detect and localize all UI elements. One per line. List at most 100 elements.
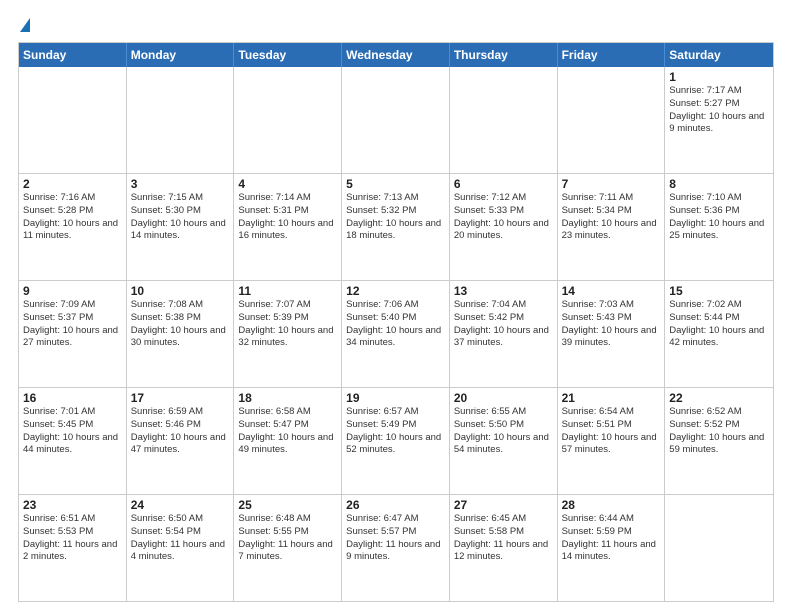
calendar-day-24: 24Sunrise: 6:50 AM Sunset: 5:54 PM Dayli…	[127, 495, 235, 601]
calendar: SundayMondayTuesdayWednesdayThursdayFrid…	[18, 42, 774, 602]
calendar-week-1: 1Sunrise: 7:17 AM Sunset: 5:27 PM Daylig…	[19, 67, 773, 174]
calendar-day-empty	[234, 67, 342, 173]
day-info: Sunrise: 6:59 AM Sunset: 5:46 PM Dayligh…	[131, 406, 230, 457]
page: SundayMondayTuesdayWednesdayThursdayFrid…	[0, 0, 792, 612]
header	[18, 18, 774, 32]
day-info: Sunrise: 6:54 AM Sunset: 5:51 PM Dayligh…	[562, 406, 661, 457]
day-number: 8	[669, 177, 769, 191]
day-number: 14	[562, 284, 661, 298]
day-info: Sunrise: 7:13 AM Sunset: 5:32 PM Dayligh…	[346, 192, 445, 243]
calendar-day-6: 6Sunrise: 7:12 AM Sunset: 5:33 PM Daylig…	[450, 174, 558, 280]
day-info: Sunrise: 6:48 AM Sunset: 5:55 PM Dayligh…	[238, 513, 337, 564]
day-info: Sunrise: 6:44 AM Sunset: 5:59 PM Dayligh…	[562, 513, 661, 564]
header-day-friday: Friday	[558, 43, 666, 67]
day-number: 17	[131, 391, 230, 405]
calendar-day-4: 4Sunrise: 7:14 AM Sunset: 5:31 PM Daylig…	[234, 174, 342, 280]
calendar-day-13: 13Sunrise: 7:04 AM Sunset: 5:42 PM Dayli…	[450, 281, 558, 387]
calendar-day-17: 17Sunrise: 6:59 AM Sunset: 5:46 PM Dayli…	[127, 388, 235, 494]
day-info: Sunrise: 7:01 AM Sunset: 5:45 PM Dayligh…	[23, 406, 122, 457]
calendar-day-25: 25Sunrise: 6:48 AM Sunset: 5:55 PM Dayli…	[234, 495, 342, 601]
day-info: Sunrise: 7:07 AM Sunset: 5:39 PM Dayligh…	[238, 299, 337, 350]
day-number: 25	[238, 498, 337, 512]
day-number: 1	[669, 70, 769, 84]
day-info: Sunrise: 6:52 AM Sunset: 5:52 PM Dayligh…	[669, 406, 769, 457]
day-info: Sunrise: 7:15 AM Sunset: 5:30 PM Dayligh…	[131, 192, 230, 243]
day-info: Sunrise: 6:55 AM Sunset: 5:50 PM Dayligh…	[454, 406, 553, 457]
day-info: Sunrise: 7:11 AM Sunset: 5:34 PM Dayligh…	[562, 192, 661, 243]
day-number: 24	[131, 498, 230, 512]
header-day-wednesday: Wednesday	[342, 43, 450, 67]
calendar-day-empty	[558, 67, 666, 173]
calendar-day-19: 19Sunrise: 6:57 AM Sunset: 5:49 PM Dayli…	[342, 388, 450, 494]
day-number: 28	[562, 498, 661, 512]
day-info: Sunrise: 7:12 AM Sunset: 5:33 PM Dayligh…	[454, 192, 553, 243]
day-number: 16	[23, 391, 122, 405]
calendar-day-20: 20Sunrise: 6:55 AM Sunset: 5:50 PM Dayli…	[450, 388, 558, 494]
header-day-thursday: Thursday	[450, 43, 558, 67]
day-number: 11	[238, 284, 337, 298]
day-number: 13	[454, 284, 553, 298]
calendar-body: 1Sunrise: 7:17 AM Sunset: 5:27 PM Daylig…	[19, 67, 773, 601]
header-day-sunday: Sunday	[19, 43, 127, 67]
day-number: 20	[454, 391, 553, 405]
calendar-day-10: 10Sunrise: 7:08 AM Sunset: 5:38 PM Dayli…	[127, 281, 235, 387]
day-number: 7	[562, 177, 661, 191]
day-info: Sunrise: 7:17 AM Sunset: 5:27 PM Dayligh…	[669, 85, 769, 136]
day-info: Sunrise: 7:16 AM Sunset: 5:28 PM Dayligh…	[23, 192, 122, 243]
day-info: Sunrise: 7:04 AM Sunset: 5:42 PM Dayligh…	[454, 299, 553, 350]
day-info: Sunrise: 6:58 AM Sunset: 5:47 PM Dayligh…	[238, 406, 337, 457]
day-info: Sunrise: 7:03 AM Sunset: 5:43 PM Dayligh…	[562, 299, 661, 350]
day-number: 26	[346, 498, 445, 512]
calendar-day-28: 28Sunrise: 6:44 AM Sunset: 5:59 PM Dayli…	[558, 495, 666, 601]
day-number: 12	[346, 284, 445, 298]
day-info: Sunrise: 6:47 AM Sunset: 5:57 PM Dayligh…	[346, 513, 445, 564]
calendar-day-empty	[342, 67, 450, 173]
day-number: 22	[669, 391, 769, 405]
day-number: 5	[346, 177, 445, 191]
day-info: Sunrise: 6:51 AM Sunset: 5:53 PM Dayligh…	[23, 513, 122, 564]
calendar-day-1: 1Sunrise: 7:17 AM Sunset: 5:27 PM Daylig…	[665, 67, 773, 173]
calendar-week-4: 16Sunrise: 7:01 AM Sunset: 5:45 PM Dayli…	[19, 388, 773, 495]
calendar-day-empty	[127, 67, 235, 173]
calendar-day-15: 15Sunrise: 7:02 AM Sunset: 5:44 PM Dayli…	[665, 281, 773, 387]
day-number: 6	[454, 177, 553, 191]
day-number: 23	[23, 498, 122, 512]
calendar-day-9: 9Sunrise: 7:09 AM Sunset: 5:37 PM Daylig…	[19, 281, 127, 387]
calendar-day-2: 2Sunrise: 7:16 AM Sunset: 5:28 PM Daylig…	[19, 174, 127, 280]
calendar-week-2: 2Sunrise: 7:16 AM Sunset: 5:28 PM Daylig…	[19, 174, 773, 281]
calendar-day-8: 8Sunrise: 7:10 AM Sunset: 5:36 PM Daylig…	[665, 174, 773, 280]
day-number: 27	[454, 498, 553, 512]
day-number: 2	[23, 177, 122, 191]
logo-triangle-icon	[20, 18, 30, 32]
day-info: Sunrise: 7:06 AM Sunset: 5:40 PM Dayligh…	[346, 299, 445, 350]
day-info: Sunrise: 7:10 AM Sunset: 5:36 PM Dayligh…	[669, 192, 769, 243]
calendar-day-23: 23Sunrise: 6:51 AM Sunset: 5:53 PM Dayli…	[19, 495, 127, 601]
logo	[18, 18, 30, 32]
calendar-day-22: 22Sunrise: 6:52 AM Sunset: 5:52 PM Dayli…	[665, 388, 773, 494]
calendar-day-27: 27Sunrise: 6:45 AM Sunset: 5:58 PM Dayli…	[450, 495, 558, 601]
calendar-day-empty	[450, 67, 558, 173]
calendar-day-11: 11Sunrise: 7:07 AM Sunset: 5:39 PM Dayli…	[234, 281, 342, 387]
calendar-day-21: 21Sunrise: 6:54 AM Sunset: 5:51 PM Dayli…	[558, 388, 666, 494]
calendar-day-16: 16Sunrise: 7:01 AM Sunset: 5:45 PM Dayli…	[19, 388, 127, 494]
day-number: 4	[238, 177, 337, 191]
day-number: 21	[562, 391, 661, 405]
calendar-day-empty	[665, 495, 773, 601]
calendar-day-5: 5Sunrise: 7:13 AM Sunset: 5:32 PM Daylig…	[342, 174, 450, 280]
day-number: 19	[346, 391, 445, 405]
day-info: Sunrise: 6:57 AM Sunset: 5:49 PM Dayligh…	[346, 406, 445, 457]
day-info: Sunrise: 6:50 AM Sunset: 5:54 PM Dayligh…	[131, 513, 230, 564]
day-number: 10	[131, 284, 230, 298]
calendar-day-18: 18Sunrise: 6:58 AM Sunset: 5:47 PM Dayli…	[234, 388, 342, 494]
header-day-monday: Monday	[127, 43, 235, 67]
calendar-day-14: 14Sunrise: 7:03 AM Sunset: 5:43 PM Dayli…	[558, 281, 666, 387]
day-number: 9	[23, 284, 122, 298]
day-number: 3	[131, 177, 230, 191]
day-number: 18	[238, 391, 337, 405]
header-day-tuesday: Tuesday	[234, 43, 342, 67]
day-info: Sunrise: 7:14 AM Sunset: 5:31 PM Dayligh…	[238, 192, 337, 243]
calendar-day-12: 12Sunrise: 7:06 AM Sunset: 5:40 PM Dayli…	[342, 281, 450, 387]
day-info: Sunrise: 7:02 AM Sunset: 5:44 PM Dayligh…	[669, 299, 769, 350]
day-info: Sunrise: 7:08 AM Sunset: 5:38 PM Dayligh…	[131, 299, 230, 350]
day-number: 15	[669, 284, 769, 298]
